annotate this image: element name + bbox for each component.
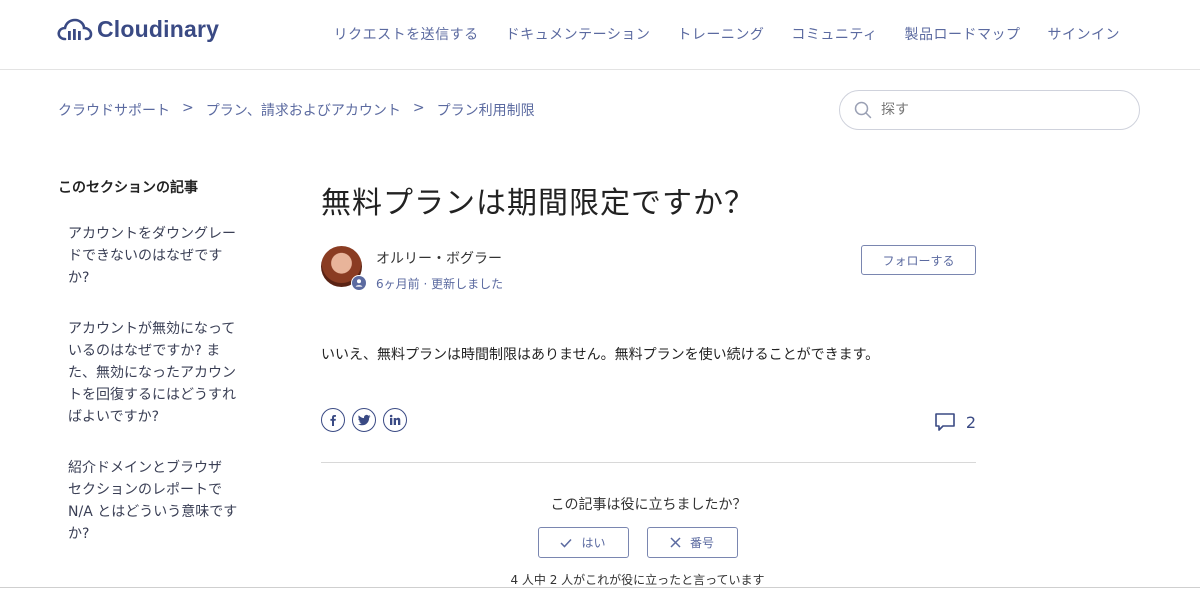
article: 無料プランは期間限定ですか？ オルリー・ボグラー 6ヶ月前 · 更新しました フ…: [321, 178, 976, 587]
vote-buttons: はい 番号: [299, 527, 976, 558]
article-age: 6ヶ月前: [376, 277, 420, 291]
author-avatar[interactable]: [321, 246, 367, 291]
linkedin-icon[interactable]: [383, 408, 407, 432]
vote-no-label: 番号: [689, 536, 714, 550]
page-bottom-border: [0, 587, 1200, 588]
comment-icon: [935, 413, 955, 431]
breadcrumb-item-plans[interactable]: プラン、請求およびアカウント: [206, 100, 401, 120]
vote-yes-label: はい: [581, 536, 606, 550]
nav-training[interactable]: トレーニング: [677, 24, 764, 44]
cloud-logo-icon: [57, 18, 93, 40]
agent-badge: [351, 275, 367, 291]
meta-separator: ·: [423, 277, 428, 291]
breadcrumb-separator: >: [412, 100, 425, 116]
comment-count: 2: [965, 412, 976, 432]
article-title: 無料プランは期間限定ですか？: [321, 186, 755, 221]
nav-submit-request[interactable]: リクエストを送信する: [334, 24, 479, 44]
sidebar-title: このセクションの記事: [58, 180, 198, 196]
sidebar-article-link[interactable]: アカウントが無効になっているのはなぜですか? また、無効になったアカウントを回復…: [68, 318, 238, 428]
article-author: オルリー・ボグラー 6ヶ月前 · 更新しました: [321, 246, 503, 292]
sidebar-article-link[interactable]: 紹介ドメインとブラウザ セクションのレポートで N/A とはどういう意味ですか?: [68, 457, 238, 545]
sidebar-article-link[interactable]: アカウントをダウングレードできないのはなぜですか?: [68, 223, 238, 289]
nav-roadmap[interactable]: 製品ロードマップ: [905, 24, 1021, 44]
comments-link[interactable]: 2: [934, 412, 976, 432]
twitter-icon[interactable]: [352, 408, 376, 432]
vote-no-button[interactable]: 番号: [646, 527, 738, 558]
breadcrumb-separator: >: [182, 100, 194, 116]
search-input[interactable]: [881, 102, 1111, 118]
vote-question: この記事は役に立ちましたか？: [550, 497, 747, 513]
section-articles-sidebar: このセクションの記事 アカウントをダウングレードできないのはなぜですか? アカウ…: [58, 177, 258, 574]
nav-sign-in[interactable]: サインイン: [1048, 24, 1121, 44]
search-icon: [854, 101, 872, 119]
share-links: [321, 408, 407, 432]
nav-community[interactable]: コミュニティ: [791, 24, 877, 44]
site-header: Cloudinary リクエストを送信する ドキュメンテーション トレーニング …: [0, 0, 1200, 70]
breadcrumb-item-support[interactable]: クラウドサポート: [58, 100, 170, 120]
logo-text: Cloudinary: [97, 16, 220, 42]
check-icon: [560, 538, 573, 548]
author-name: オルリー・ボグラー: [376, 251, 502, 267]
vote-summary: 4 人中 2 人がこれが役に立ったと言っています: [510, 573, 765, 587]
facebook-icon[interactable]: [321, 408, 345, 432]
top-nav: リクエストを送信する ドキュメンテーション トレーニング コミュニティ 製品ロー…: [334, 24, 1120, 44]
author-info: オルリー・ボグラー 6ヶ月前 · 更新しました: [376, 246, 503, 292]
article-divider: [321, 462, 976, 463]
close-icon: [670, 537, 681, 548]
breadcrumb-item-limits[interactable]: プラン利用制限: [437, 100, 535, 120]
article-vote: この記事は役に立ちましたか？ はい 番号 4 人中 2 人がこれが役に立ったと言…: [321, 494, 976, 588]
article-updated: 更新しました: [431, 277, 504, 291]
article-body: いいえ、無料プランは時間制限はありません。無料プランを使い続けることができます。: [321, 347, 880, 363]
vote-yes-button[interactable]: はい: [537, 527, 629, 558]
search-box: [839, 90, 1140, 130]
nav-documentation[interactable]: ドキュメンテーション: [506, 24, 651, 44]
user-badge-icon: [352, 276, 366, 290]
cloudinary-logo[interactable]: Cloudinary: [57, 16, 219, 43]
author-meta: 6ヶ月前 · 更新しました: [376, 275, 503, 292]
follow-button[interactable]: フォローする: [861, 245, 976, 275]
breadcrumb: クラウドサポート > プラン、請求およびアカウント > プラン利用制限: [58, 100, 535, 120]
